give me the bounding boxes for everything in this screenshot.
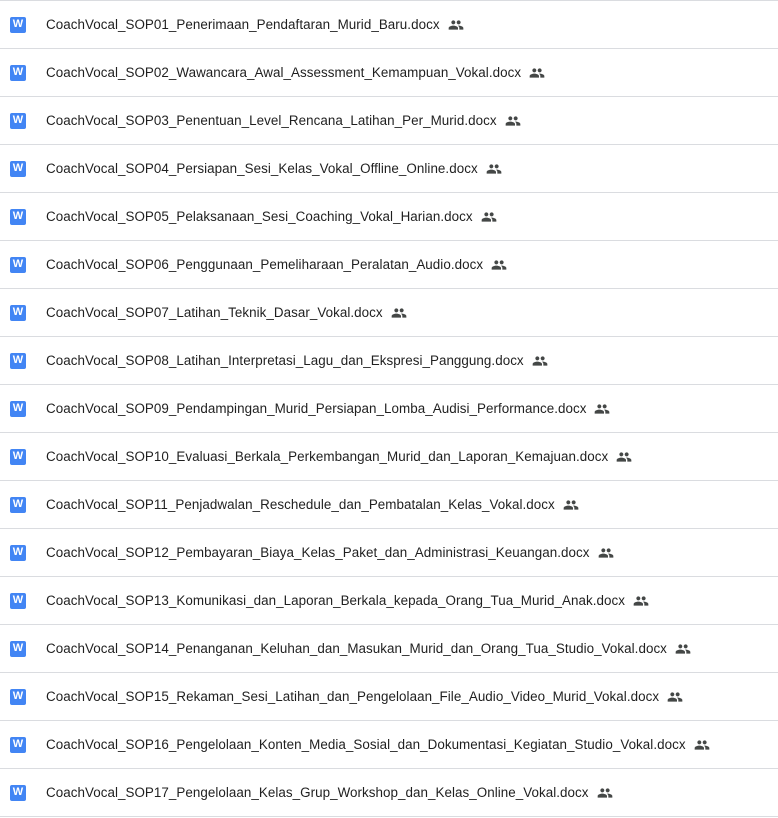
- file-row[interactable]: W CoachVocal_SOP07_Latihan_Teknik_Dasar_V…: [0, 289, 778, 337]
- word-doc-icon: W: [10, 160, 26, 177]
- shared-people-icon: [667, 689, 683, 705]
- shared-people-icon: [594, 401, 610, 417]
- word-doc-icon: W: [10, 496, 26, 513]
- file-name[interactable]: CoachVocal_SOP07_Latihan_Teknik_Dasar_Vo…: [46, 305, 383, 320]
- word-doc-icon: W: [10, 640, 26, 657]
- word-doc-icon: W: [10, 448, 26, 465]
- file-row[interactable]: W CoachVocal_SOP10_Evaluasi_Berkala_Perke…: [0, 433, 778, 481]
- doc-icon-letter: W: [12, 498, 24, 510]
- doc-icon-letter: W: [12, 66, 24, 78]
- doc-icon-letter: W: [12, 786, 24, 798]
- word-doc-icon: W: [10, 352, 26, 369]
- doc-icon-letter: W: [12, 594, 24, 606]
- shared-people-icon: [448, 17, 464, 33]
- shared-people-icon: [616, 449, 632, 465]
- shared-people-icon: [529, 65, 545, 81]
- file-name[interactable]: CoachVocal_SOP16_Pengelolaan_Konten_Medi…: [46, 737, 686, 752]
- file-name[interactable]: CoachVocal_SOP14_Penanganan_Keluhan_dan_…: [46, 641, 667, 656]
- word-doc-icon: W: [10, 112, 26, 129]
- file-row[interactable]: W CoachVocal_SOP03_Penentuan_Level_Rencan…: [0, 97, 778, 145]
- doc-icon-letter: W: [12, 114, 24, 126]
- file-name[interactable]: CoachVocal_SOP12_Pembayaran_Biaya_Kelas_…: [46, 545, 590, 560]
- word-doc-icon: W: [10, 208, 26, 225]
- shared-people-icon: [694, 737, 710, 753]
- doc-icon-letter: W: [12, 450, 24, 462]
- word-doc-icon: W: [10, 64, 26, 81]
- file-row[interactable]: W CoachVocal_SOP12_Pembayaran_Biaya_Kelas…: [0, 529, 778, 577]
- file-row[interactable]: W CoachVocal_SOP09_Pendampingan_Murid_Per…: [0, 385, 778, 433]
- word-doc-icon: W: [10, 784, 26, 801]
- doc-icon-letter: W: [12, 162, 24, 174]
- shared-people-icon: [675, 641, 691, 657]
- file-name[interactable]: CoachVocal_SOP13_Komunikasi_dan_Laporan_…: [46, 593, 625, 608]
- file-row[interactable]: W CoachVocal_SOP05_Pelaksanaan_Sesi_Coach…: [0, 193, 778, 241]
- shared-people-icon: [532, 353, 548, 369]
- file-row[interactable]: W CoachVocal_SOP14_Penanganan_Keluhan_dan…: [0, 625, 778, 673]
- doc-icon-letter: W: [12, 210, 24, 222]
- file-name[interactable]: CoachVocal_SOP15_Rekaman_Sesi_Latihan_da…: [46, 689, 659, 704]
- doc-icon-letter: W: [12, 258, 24, 270]
- file-row[interactable]: W CoachVocal_SOP01_Penerimaan_Pendaftaran…: [0, 1, 778, 49]
- doc-icon-letter: W: [12, 642, 24, 654]
- doc-icon-letter: W: [12, 546, 24, 558]
- word-doc-icon: W: [10, 400, 26, 417]
- doc-icon-letter: W: [12, 738, 24, 750]
- file-row[interactable]: W CoachVocal_SOP16_Pengelolaan_Konten_Med…: [0, 721, 778, 769]
- doc-icon-letter: W: [12, 354, 24, 366]
- file-name[interactable]: CoachVocal_SOP04_Persiapan_Sesi_Kelas_Vo…: [46, 161, 478, 176]
- word-doc-icon: W: [10, 592, 26, 609]
- file-name[interactable]: CoachVocal_SOP01_Penerimaan_Pendaftaran_…: [46, 17, 440, 32]
- shared-people-icon: [486, 161, 502, 177]
- word-doc-icon: W: [10, 544, 26, 561]
- shared-people-icon: [481, 209, 497, 225]
- file-row[interactable]: W CoachVocal_SOP02_Wawancara_Awal_Assessm…: [0, 49, 778, 97]
- shared-people-icon: [563, 497, 579, 513]
- doc-icon-letter: W: [12, 306, 24, 318]
- file-row[interactable]: W CoachVocal_SOP04_Persiapan_Sesi_Kelas_V…: [0, 145, 778, 193]
- word-doc-icon: W: [10, 256, 26, 273]
- shared-people-icon: [491, 257, 507, 273]
- file-row[interactable]: W CoachVocal_SOP06_Penggunaan_Pemeliharaa…: [0, 241, 778, 289]
- file-name[interactable]: CoachVocal_SOP10_Evaluasi_Berkala_Perkem…: [46, 449, 608, 464]
- file-name[interactable]: CoachVocal_SOP03_Penentuan_Level_Rencana…: [46, 113, 497, 128]
- file-name[interactable]: CoachVocal_SOP02_Wawancara_Awal_Assessme…: [46, 65, 521, 80]
- file-row[interactable]: W CoachVocal_SOP08_Latihan_Interpretasi_L…: [0, 337, 778, 385]
- shared-people-icon: [597, 785, 613, 801]
- file-row[interactable]: W CoachVocal_SOP11_Penjadwalan_Reschedule…: [0, 481, 778, 529]
- shared-people-icon: [633, 593, 649, 609]
- shared-people-icon: [391, 305, 407, 321]
- doc-icon-letter: W: [12, 402, 24, 414]
- file-name[interactable]: CoachVocal_SOP05_Pelaksanaan_Sesi_Coachi…: [46, 209, 473, 224]
- shared-people-icon: [598, 545, 614, 561]
- doc-icon-letter: W: [12, 18, 24, 30]
- word-doc-icon: W: [10, 688, 26, 705]
- word-doc-icon: W: [10, 304, 26, 321]
- file-name[interactable]: CoachVocal_SOP09_Pendampingan_Murid_Pers…: [46, 401, 586, 416]
- word-doc-icon: W: [10, 16, 26, 33]
- file-name[interactable]: CoachVocal_SOP17_Pengelolaan_Kelas_Grup_…: [46, 785, 589, 800]
- file-row[interactable]: W CoachVocal_SOP13_Komunikasi_dan_Laporan…: [0, 577, 778, 625]
- file-row[interactable]: W CoachVocal_SOP17_Pengelolaan_Kelas_Grup…: [0, 769, 778, 817]
- file-name[interactable]: CoachVocal_SOP06_Penggunaan_Pemeliharaan…: [46, 257, 483, 272]
- file-name[interactable]: CoachVocal_SOP08_Latihan_Interpretasi_La…: [46, 353, 524, 368]
- doc-icon-letter: W: [12, 690, 24, 702]
- file-list: W CoachVocal_SOP01_Penerimaan_Pendaftaran…: [0, 0, 778, 818]
- file-name[interactable]: CoachVocal_SOP11_Penjadwalan_Reschedule_…: [46, 497, 555, 512]
- shared-people-icon: [505, 113, 521, 129]
- file-row[interactable]: W CoachVocal_SOP15_Rekaman_Sesi_Latihan_d…: [0, 673, 778, 721]
- word-doc-icon: W: [10, 736, 26, 753]
